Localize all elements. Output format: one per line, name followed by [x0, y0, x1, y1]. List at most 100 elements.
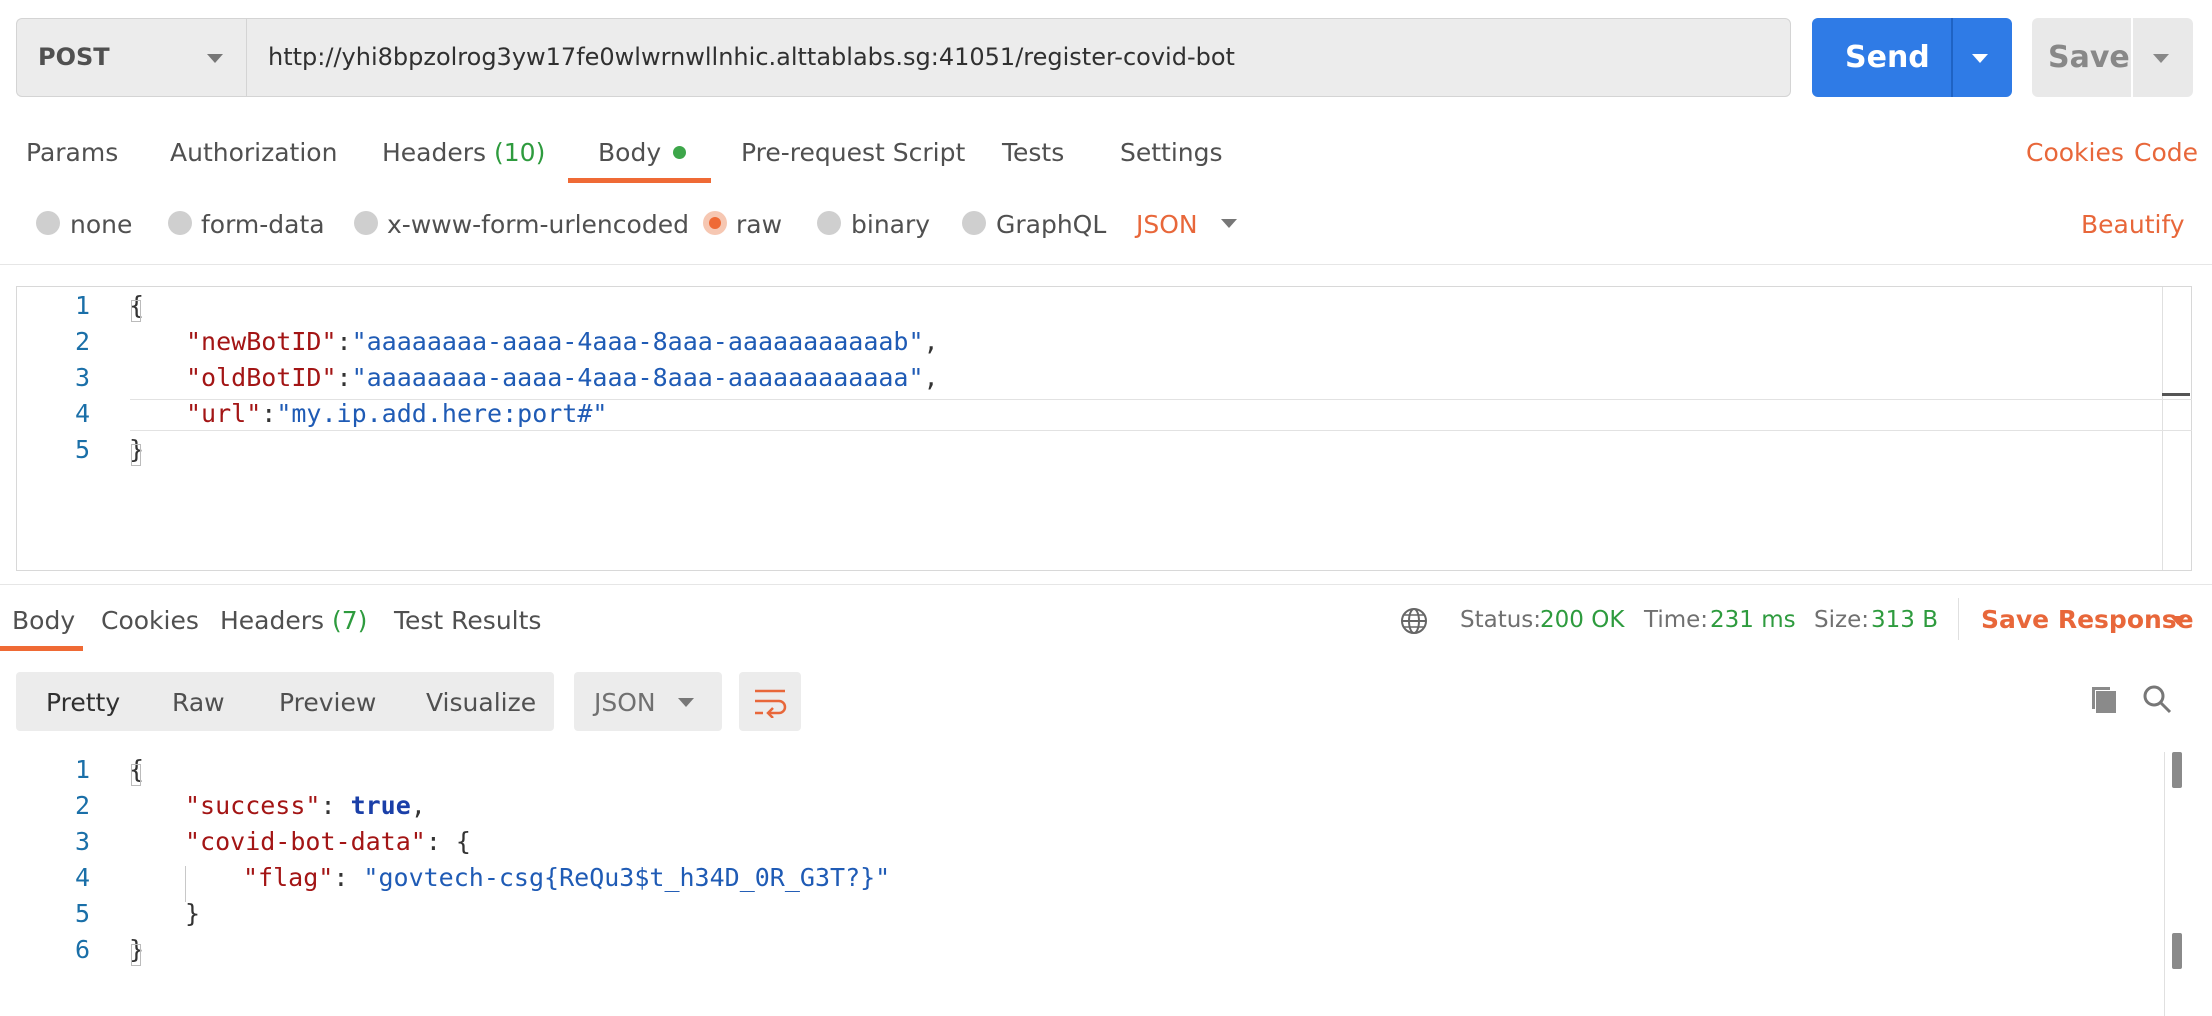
copy-icon[interactable] — [2088, 683, 2120, 715]
divider — [0, 584, 2212, 585]
code-line: "success": true, — [185, 791, 426, 820]
line-number: 2 — [74, 327, 90, 356]
json-value: "aaaaaaaa-aaaa-4aaa-8aaa-aaaaaaaaaaab" — [351, 327, 924, 356]
code-line: "flag": "govtech-csg{ReQu3$t_h34D_0R_G3T… — [243, 863, 891, 892]
wrap-lines-icon — [755, 689, 787, 718]
tab-headers-label: Headers — [382, 138, 487, 167]
bracket-match — [131, 944, 141, 966]
tab-authorization[interactable]: Authorization — [170, 138, 337, 167]
search-icon[interactable] — [2141, 683, 2173, 715]
size-value: 313 B — [1871, 607, 1938, 633]
send-label: Send — [1845, 40, 1930, 75]
size-label: Size: — [1814, 607, 1869, 633]
cookies-link[interactable]: Cookies — [2026, 138, 2124, 167]
bracket-match — [131, 300, 141, 322]
caret-down-icon — [1221, 219, 1237, 228]
scroll-marker[interactable] — [2172, 933, 2182, 969]
code-link[interactable]: Code — [2134, 138, 2198, 167]
radio-x-www-form-urlencoded-label: x-www-form-urlencoded — [387, 210, 689, 239]
code-line: "url":"my.ip.add.here:port#" — [186, 399, 608, 428]
json-key: "newBotID" — [186, 327, 337, 356]
line-number: 3 — [74, 827, 90, 856]
response-type-label: JSON — [594, 688, 656, 717]
response-tab-body[interactable]: Body — [12, 606, 75, 635]
json-value: true — [350, 791, 411, 820]
line-number: 5 — [74, 899, 90, 928]
time-label: Time: — [1644, 607, 1709, 633]
json-value: "my.ip.add.here:port#" — [276, 399, 608, 428]
line-number: 4 — [74, 863, 90, 892]
bracket-match — [131, 764, 141, 786]
divider — [1958, 598, 1959, 640]
tab-pre-request-script[interactable]: Pre-request Script — [741, 138, 965, 167]
status-value: 200 OK — [1540, 607, 1625, 633]
tab-tests[interactable]: Tests — [1002, 138, 1064, 167]
radio-graphql[interactable] — [962, 211, 986, 235]
status-label: Status: — [1460, 607, 1542, 633]
caret-down-icon — [1972, 54, 1988, 63]
active-tab-indicator — [0, 646, 83, 651]
json-key: "success" — [185, 791, 321, 820]
radio-raw-label: raw — [736, 210, 783, 239]
time-value: 231 ms — [1710, 607, 1796, 633]
json-key: "flag" — [243, 863, 334, 892]
response-tab-headers[interactable]: Headers (7) — [220, 606, 367, 635]
line-number: 1 — [74, 291, 90, 320]
response-tab-test-results[interactable]: Test Results — [394, 606, 541, 635]
code-line: "oldBotID":"aaaaaaaa-aaaa-4aaa-8aaa-aaaa… — [186, 363, 939, 392]
json-value: "govtech-csg{ReQu3$t_h34D_0R_G3T?}" — [363, 863, 891, 892]
radio-binary[interactable] — [817, 211, 841, 235]
response-tab-headers-label: Headers — [220, 606, 325, 635]
body-format-select[interactable]: JSON — [1136, 210, 1198, 239]
line-number: 1 — [74, 755, 90, 784]
caret-down-icon — [678, 698, 694, 707]
radio-binary-label: binary — [851, 210, 931, 239]
save-divider — [2131, 18, 2133, 97]
method-label: POST — [38, 43, 110, 71]
divider — [0, 264, 2212, 265]
json-value: "aaaaaaaa-aaaa-4aaa-8aaa-aaaaaaaaaaaa" — [351, 363, 924, 392]
editor-scroll-marker — [2162, 393, 2190, 396]
line-number: 3 — [74, 363, 90, 392]
json-key: "url" — [186, 399, 262, 428]
code-line: "newBotID":"aaaaaaaa-aaaa-4aaa-8aaa-aaaa… — [186, 327, 939, 356]
line-number: 2 — [74, 791, 90, 820]
line-number: 4 — [74, 399, 90, 428]
format-pretty[interactable]: Pretty — [46, 688, 120, 717]
json-key: "oldBotID" — [186, 363, 337, 392]
radio-raw[interactable] — [703, 211, 727, 235]
body-modified-dot — [673, 145, 687, 159]
radio-x-www-form-urlencoded[interactable] — [354, 211, 378, 235]
tab-body-label: Body — [598, 138, 662, 167]
response-tab-headers-count: (7) — [332, 606, 368, 635]
format-visualize[interactable]: Visualize — [426, 688, 536, 717]
save-response-button[interactable]: Save Response — [1981, 605, 2194, 634]
radio-none-label: none — [70, 210, 133, 239]
format-preview[interactable]: Preview — [279, 688, 376, 717]
globe-icon[interactable] — [1399, 606, 1429, 636]
radio-none[interactable] — [36, 211, 60, 235]
code-line: "covid-bot-data": { — [185, 827, 471, 856]
response-scrollbar-track — [2164, 752, 2165, 1016]
active-tab-indicator — [568, 178, 711, 183]
radio-form-data[interactable] — [168, 211, 192, 235]
tab-headers-count: (10) — [494, 138, 546, 167]
bracket-match — [131, 444, 141, 466]
format-raw[interactable]: Raw — [172, 688, 225, 717]
tab-body[interactable]: Body — [598, 138, 687, 167]
caret-down-icon — [2170, 616, 2186, 625]
json-key: "covid-bot-data" — [185, 827, 426, 856]
beautify-link[interactable]: Beautify — [2081, 210, 2185, 239]
scroll-marker[interactable] — [2172, 752, 2182, 788]
line-number: 5 — [74, 435, 90, 464]
send-divider — [1951, 18, 1953, 97]
tab-settings[interactable]: Settings — [1120, 138, 1223, 167]
url-text: http://yhi8bpzolrog3yw17fe0wlwrnwllnhic.… — [268, 43, 1235, 71]
tab-params[interactable]: Params — [26, 138, 118, 167]
response-tab-cookies[interactable]: Cookies — [101, 606, 199, 635]
indent-guide — [185, 866, 186, 902]
line-number: 6 — [74, 935, 90, 964]
tab-headers[interactable]: Headers (10) — [382, 138, 545, 167]
caret-down-icon — [2153, 54, 2169, 63]
save-label: Save — [2048, 40, 2130, 75]
